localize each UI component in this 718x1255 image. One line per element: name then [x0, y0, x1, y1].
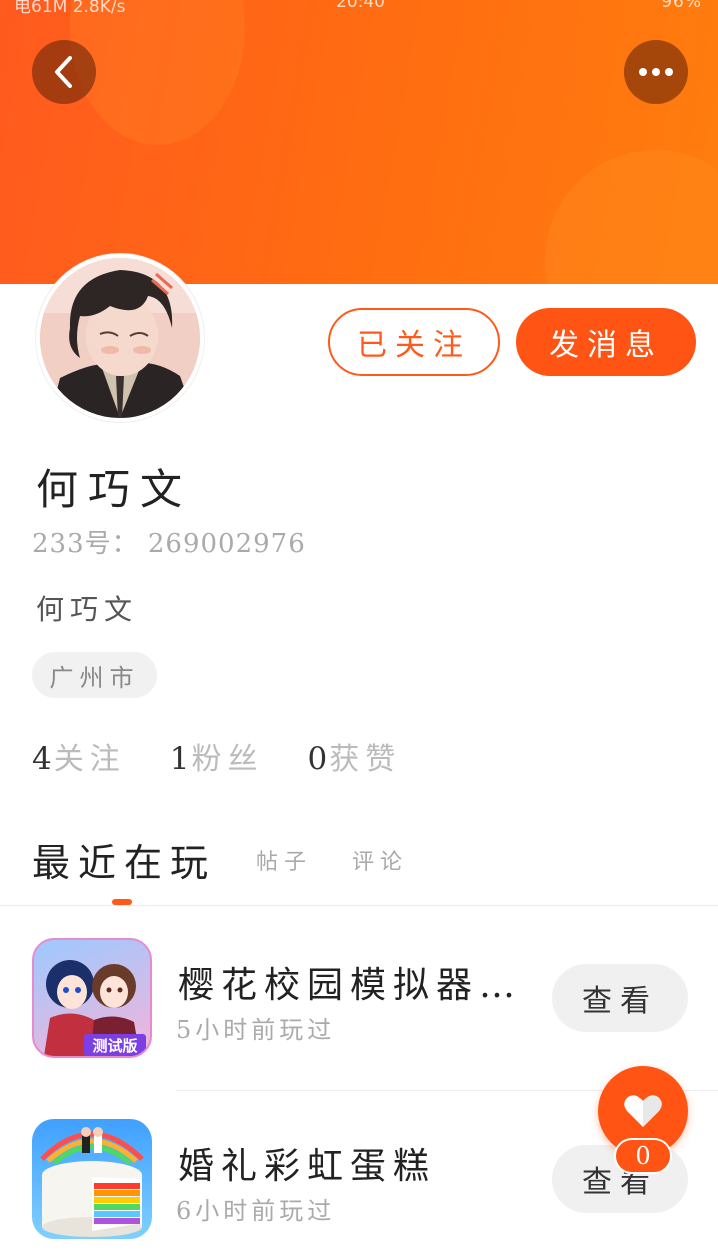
game-title: 婚礼彩虹蛋糕 — [178, 1146, 437, 1187]
sakura-game-art: 测试版 — [44, 960, 146, 1056]
status-network: 电61M 2.8K/s — [14, 0, 126, 17]
view-game-button[interactable]: 查看 — [552, 964, 688, 1032]
cake-game-art — [40, 1127, 144, 1237]
status-battery: 96% — [661, 0, 702, 12]
user-name: 何巧文 — [36, 465, 193, 514]
stat-count: 4 — [32, 741, 52, 777]
like-count-badge: 0 — [614, 1138, 672, 1174]
profile-tabs: 最近在玩 帖子 评论 — [0, 830, 718, 906]
tab-indicator — [112, 899, 132, 905]
stat-count: 0 — [307, 741, 328, 777]
stat-following[interactable]: 4 关注 — [32, 734, 126, 778]
banner-decoration — [70, 0, 245, 145]
tab-comments[interactable]: 评论 — [352, 844, 408, 876]
stat-label: 获赞 — [329, 742, 402, 777]
stat-followers[interactable]: 1 粉丝 — [170, 734, 264, 778]
user-bio: 何巧文 — [36, 593, 139, 626]
profile-stats: 4 关注 1 粉丝 0 获赞 — [32, 734, 445, 778]
avatar-image — [40, 258, 200, 418]
followed-button[interactable]: 已关注 — [328, 308, 500, 376]
tab-recently-played[interactable]: 最近在玩 — [32, 832, 216, 887]
more-button[interactable] — [624, 40, 688, 104]
more-dots-icon — [639, 68, 673, 76]
banner-decoration — [545, 150, 718, 284]
chevron-left-icon — [55, 56, 72, 88]
stat-label: 关注 — [53, 742, 126, 777]
game-icon-sakura: 测试版 — [32, 938, 152, 1058]
game-title: 樱花校园模拟器… — [178, 965, 523, 1006]
user-id: 233号： 269002976 — [32, 529, 306, 559]
game-last-played: 6小时前玩过 — [176, 1197, 336, 1225]
game-icon-cake — [32, 1119, 152, 1239]
status-bar: 电61M 2.8K/s 20:40 96% — [0, 0, 718, 17]
game-list-item[interactable]: 测试版 樱花校园模拟器… 5小时前玩过 查看 — [0, 912, 718, 1092]
stat-label: 粉丝 — [191, 742, 264, 777]
stat-count: 1 — [169, 741, 190, 777]
heart-icon — [624, 1095, 662, 1127]
game-badge: 测试版 — [92, 1037, 137, 1055]
status-time: 20:40 — [336, 0, 385, 12]
game-last-played: 5小时前玩过 — [176, 1016, 336, 1044]
location-tag: 广州市 — [32, 652, 157, 698]
stat-likes[interactable]: 0 获赞 — [307, 734, 401, 778]
back-button[interactable] — [32, 40, 96, 104]
tab-posts[interactable]: 帖子 — [256, 844, 312, 876]
profile-banner: 电61M 2.8K/s 20:40 96% — [0, 0, 718, 284]
send-message-button[interactable]: 发消息 — [516, 308, 696, 376]
avatar[interactable] — [36, 254, 204, 422]
